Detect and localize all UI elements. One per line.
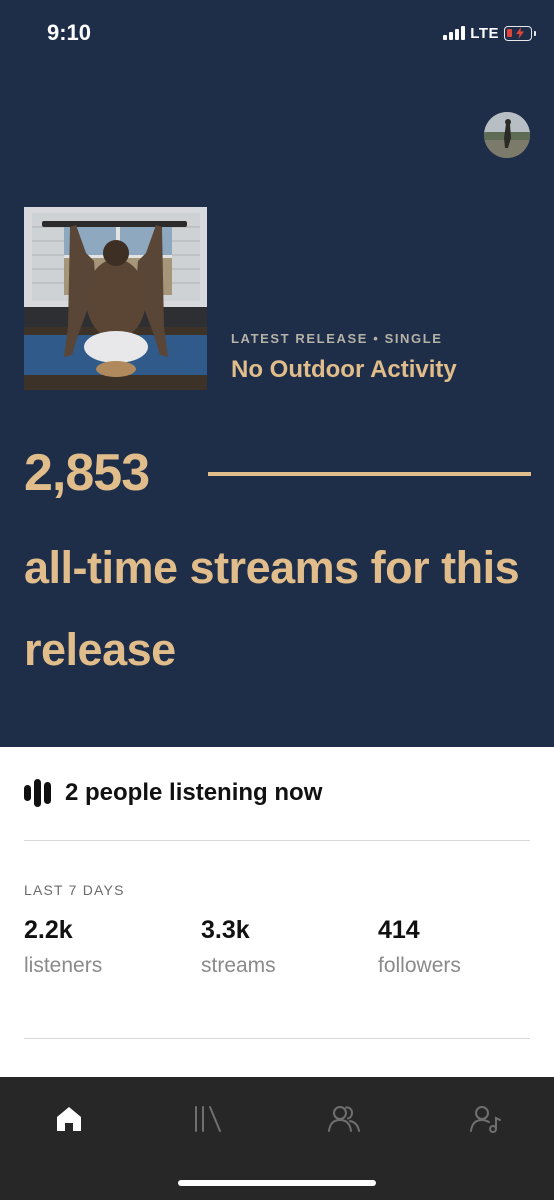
profile-avatar[interactable] [484,112,530,158]
streams-rule [208,472,531,476]
tab-profile-music[interactable] [466,1099,506,1139]
listening-now-row[interactable]: 2 people listening now [24,778,322,808]
status-indicators: LTE [443,23,536,43]
audience-icon [328,1106,360,1132]
stat-value: 2.2k [24,916,73,944]
stat-value: 414 [378,916,420,944]
stat-listeners: 2.2k listeners [24,916,102,978]
divider [24,840,530,841]
signal-icon [443,26,466,40]
streams-caption: all-time streams for this release [24,542,520,675]
hero-section: 9:10 LTE LATEST RELEASE • SINGLE No Outd… [0,0,554,747]
tab-audience[interactable] [324,1099,364,1139]
stat-value: 3.3k [201,916,250,944]
status-time: 9:10 [47,20,92,45]
battery-icon [504,25,536,41]
stat-label: streams [201,954,276,977]
streams-count: 2,853 [24,444,150,502]
divider [24,1038,530,1039]
stat-label: followers [378,954,461,977]
stat-label: listeners [24,954,103,977]
stat-followers: 414 followers [378,916,461,978]
profile-music-icon [470,1106,501,1133]
release-kicker: LATEST RELEASE • SINGLE [231,331,443,346]
stat-streams: 3.3k streams [201,916,276,978]
album-cover-image[interactable] [24,207,207,390]
home-indicator[interactable] [178,1180,376,1186]
home-icon [57,1107,81,1131]
status-bar: 9:10 LTE [0,0,554,60]
range-label: LAST 7 DAYS [24,882,125,898]
equalizer-bars-icon [24,778,51,808]
tab-home[interactable] [49,1099,89,1139]
listening-now-label: 2 people listening now [65,779,323,806]
release-title[interactable]: No Outdoor Activity [231,356,457,384]
tab-library[interactable] [188,1099,228,1139]
library-icon [195,1106,221,1132]
network-type: LTE [470,24,499,42]
